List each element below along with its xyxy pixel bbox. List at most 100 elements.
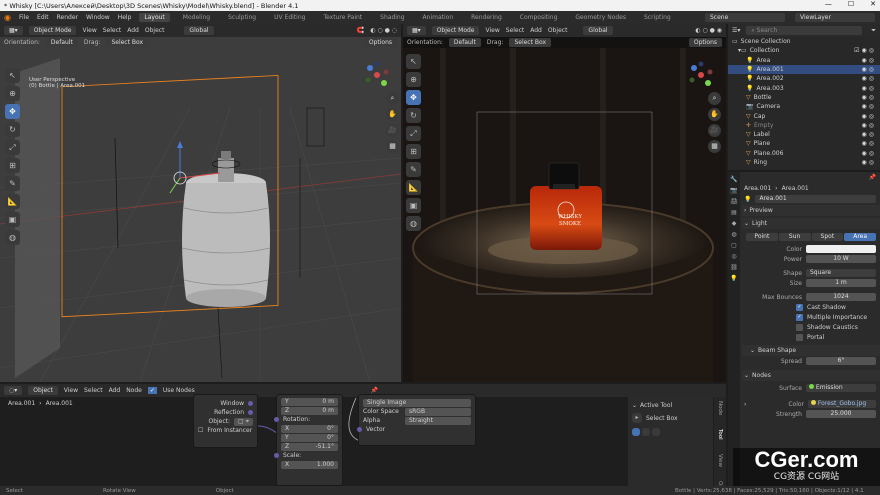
tweak-tool-icon-right[interactable]: ↖ <box>406 54 421 69</box>
world-tab-icon[interactable]: ◍ <box>731 231 736 238</box>
transform-tool-icon-right[interactable]: ⊞ <box>406 144 421 159</box>
annotate-tool-icon[interactable]: ✎ <box>5 176 20 191</box>
outliner-item[interactable]: ▽ Plane ◉◎ <box>728 139 880 148</box>
outliner-item[interactable]: ▽ Ring ◉◎ <box>728 158 880 167</box>
light-type-point-button[interactable]: Point <box>746 232 778 241</box>
add-cube-tool-icon[interactable]: ▣ <box>5 212 20 227</box>
surface-shader-field[interactable]: Emission <box>806 384 876 392</box>
workspace-tab-compositing[interactable]: Compositing <box>515 13 563 22</box>
collection-visibility-icons[interactable]: ☑◉◎ <box>854 47 876 54</box>
node-sidebar-tab-view[interactable]: View <box>717 454 723 467</box>
viewport-rendered[interactable]: ▦▾ Object Mode View Select Add Object Gl… <box>403 24 726 382</box>
view-layer-tab-icon[interactable]: ▤ <box>731 209 737 216</box>
outliner-search[interactable]: ⌕ Search <box>746 26 862 35</box>
visibility-toggle-icons[interactable]: ◉◎ <box>862 75 876 82</box>
options-dropdown[interactable]: Options <box>363 38 397 47</box>
workspace-tab-texture-paint[interactable]: Texture Paint <box>318 13 367 22</box>
light-type-spot-button[interactable]: Spot <box>811 232 844 241</box>
workspace-tab-shading[interactable]: Shading <box>375 13 409 22</box>
light-shape-dropdown[interactable]: Square <box>806 269 876 277</box>
move-tool-icon-right[interactable]: ✥ <box>406 90 421 105</box>
workspace-tab-uv-editing[interactable]: UV Editing <box>269 13 310 22</box>
render-tab-icon[interactable]: 📷 <box>730 187 737 194</box>
minimize-button[interactable]: — <box>825 0 832 8</box>
outliner-item[interactable]: ▽ Plane.006 ◉◎ <box>728 149 880 158</box>
physics-tab-icon[interactable]: ◎ <box>731 253 736 260</box>
cursor-tool-icon-right[interactable]: ⊕ <box>406 72 421 87</box>
outliner-item[interactable]: ▽ Cap ◉◎ <box>728 111 880 120</box>
outliner-item[interactable]: ▽ Bottle ◉◎ <box>728 93 880 102</box>
viewport-solid[interactable]: ▦▾ Object Mode View Select Add Object Gl… <box>0 24 401 382</box>
zoom-icon-right[interactable]: ⌕ <box>708 92 721 105</box>
light-option-checkbox[interactable]: Portal <box>796 332 880 342</box>
nodes-panel-header[interactable]: ⌄ Nodes <box>742 370 880 381</box>
menu-edit[interactable]: Edit <box>37 14 49 21</box>
mode-dropdown[interactable]: Object Mode <box>28 26 77 35</box>
constraints-tab-icon[interactable]: ⛓ <box>730 264 738 271</box>
workspace-tab-sculpting[interactable]: Sculpting <box>223 13 261 22</box>
menu-view[interactable]: View <box>82 27 96 34</box>
visibility-toggle-icons[interactable]: ◉◎ <box>862 140 876 147</box>
transform-tool-icon[interactable]: ⊞ <box>5 158 20 173</box>
light-panel-header[interactable]: ⌄ Light <box>742 218 880 229</box>
navigation-gizmo[interactable] <box>362 60 392 90</box>
filter-icon[interactable]: ⏷ <box>871 27 876 35</box>
shader-node-editor[interactable]: ◌▾ Object View Select Add Node ✓ Use Nod… <box>0 384 726 486</box>
drag-dropdown-right[interactable]: Select Box <box>509 38 552 47</box>
light-type-area-button[interactable]: Area <box>844 232 876 241</box>
visibility-toggle-icons[interactable]: ◉◎ <box>862 131 876 138</box>
drag-dropdown[interactable]: Select Box <box>106 38 149 47</box>
mode-dropdown-right[interactable]: Object Mode <box>431 26 480 35</box>
object-data-tab-icon[interactable]: 💡 <box>730 275 737 282</box>
blender-logo-icon[interactable]: ◉ <box>4 13 11 22</box>
shader-ball-icon-right[interactable]: ◍ <box>406 216 421 231</box>
shader-ball-icon[interactable]: ◍ <box>5 230 20 245</box>
cursor-tool-icon[interactable]: ⊕ <box>5 86 20 101</box>
coord-object-field[interactable]: ▢ ⌖ <box>234 417 253 426</box>
outliner-collection[interactable]: ▾▭ Collection ☑◉◎ <box>728 46 880 55</box>
menu-render[interactable]: Render <box>57 14 78 21</box>
mapping-value-field[interactable]: X 1.000 <box>281 460 338 469</box>
rotate-tool-icon[interactable]: ↻ <box>5 122 20 137</box>
menu-object[interactable]: Object <box>145 27 165 34</box>
outliner-item[interactable]: ▽ Label ◉◎ <box>728 130 880 139</box>
select-mode-extend-icon[interactable] <box>642 428 650 436</box>
workspace-tab-rendering[interactable]: Rendering <box>466 13 507 22</box>
object-tab-icon[interactable]: ▢ <box>731 242 737 249</box>
pan-hand-icon-right[interactable]: ✋ <box>708 108 721 121</box>
menu-help[interactable]: Help <box>118 14 132 21</box>
menu-add-right[interactable]: Add <box>530 27 542 34</box>
transform-orientation-dropdown[interactable]: Global <box>184 26 214 35</box>
light-option-checkbox[interactable]: Shadow Caustics <box>796 322 880 332</box>
editor-type-button-right[interactable]: ▦▾ <box>407 26 426 35</box>
light-type-sun-button[interactable]: Sun <box>778 232 811 241</box>
light-color-swatch[interactable] <box>806 245 876 253</box>
outliner-item[interactable]: 📷 Camera ◉◎ <box>728 102 880 111</box>
preview-panel-header[interactable]: › Preview <box>742 205 880 216</box>
checkbox-unchecked-icon[interactable] <box>796 323 803 331</box>
options-dropdown-right[interactable]: Options <box>688 38 722 47</box>
visibility-toggle-icons[interactable]: ◉◎ <box>862 122 876 129</box>
annotate-tool-icon-right[interactable]: ✎ <box>406 162 421 177</box>
checkbox-unchecked-icon[interactable] <box>796 333 803 341</box>
move-tool-icon[interactable]: ✥ <box>5 104 20 119</box>
snap-icon[interactable]: 🧲 <box>357 27 364 34</box>
measure-tool-icon[interactable]: 📐 <box>5 194 20 209</box>
properties-pin-icon[interactable]: 📌 <box>869 174 876 181</box>
outliner-item[interactable]: 💡 Area ◉◎ <box>728 56 880 65</box>
tool-tab-icon[interactable]: 🔧 <box>730 176 737 183</box>
select-box-tool-icon[interactable]: ▸ <box>632 413 642 423</box>
workspace-tab-modeling[interactable]: Modeling <box>178 13 215 22</box>
node-sidebar-tab-tool[interactable]: Tool <box>717 429 723 440</box>
alpha-dropdown[interactable]: Straight <box>405 416 471 425</box>
measure-tool-icon-right[interactable]: 📐 <box>406 180 421 195</box>
navigation-gizmo-right[interactable] <box>686 60 716 90</box>
visibility-toggle-icons[interactable]: ◉◎ <box>862 85 876 92</box>
visibility-toggle-icons[interactable]: ◉◎ <box>862 66 876 73</box>
perspective-grid-icon[interactable]: ▦ <box>386 140 399 153</box>
beam-shape-panel-header[interactable]: ⌄ Beam Shape <box>742 345 880 356</box>
add-cube-tool-icon-right[interactable]: ▣ <box>406 198 421 213</box>
workspace-tab-animation[interactable]: Animation <box>418 13 459 22</box>
visibility-toggle-icons[interactable]: ◉◎ <box>862 113 876 120</box>
workspace-tab-geometry-nodes[interactable]: Geometry Nodes <box>570 13 631 22</box>
